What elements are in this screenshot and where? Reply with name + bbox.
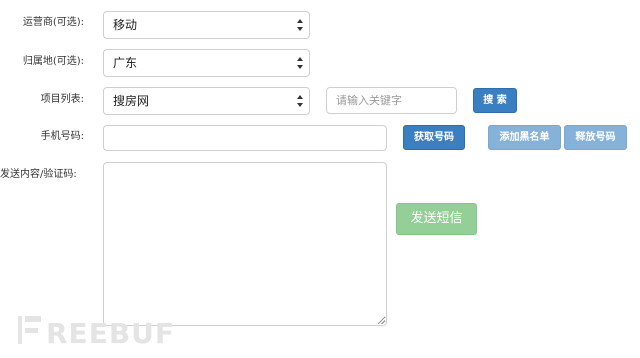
select-arrows-icon — [297, 57, 303, 69]
get-number-button[interactable]: 获取号码 — [403, 125, 465, 150]
content-textarea-wrap — [103, 162, 387, 326]
freebuf-watermark: REEBUF — [16, 312, 196, 358]
content-textarea[interactable] — [103, 162, 387, 326]
project-select-value: 搜房网 — [113, 94, 150, 108]
svg-text:REEBUF: REEBUF — [46, 317, 175, 350]
carrier-select[interactable]: 移动 — [103, 11, 310, 39]
region-select[interactable]: 广东 — [103, 49, 310, 77]
region-select-value: 广东 — [113, 56, 138, 70]
keyword-search-input[interactable] — [326, 87, 457, 114]
send-sms-button[interactable]: 发送短信 — [396, 203, 477, 235]
region-label: 归属地(可选): — [22, 56, 84, 67]
project-select[interactable]: 搜房网 — [103, 87, 310, 115]
content-label: 发送内容/验证码: — [0, 169, 77, 180]
search-button[interactable]: 搜 索 — [473, 88, 517, 113]
phone-number-input[interactable] — [103, 125, 387, 151]
freebuf-logo: REEBUF — [18, 316, 175, 350]
carrier-label: 运营商(可选): — [22, 17, 84, 28]
phone-label: 手机号码: — [40, 131, 84, 142]
resize-handle-icon[interactable] — [378, 317, 385, 324]
release-number-button[interactable]: 释放号码 — [564, 125, 627, 150]
select-arrows-icon — [297, 19, 303, 31]
add-blacklist-button[interactable]: 添加黑名单 — [488, 125, 561, 150]
carrier-select-value: 移动 — [113, 18, 138, 32]
project-label: 项目列表: — [40, 94, 84, 105]
select-arrows-icon — [297, 95, 303, 107]
